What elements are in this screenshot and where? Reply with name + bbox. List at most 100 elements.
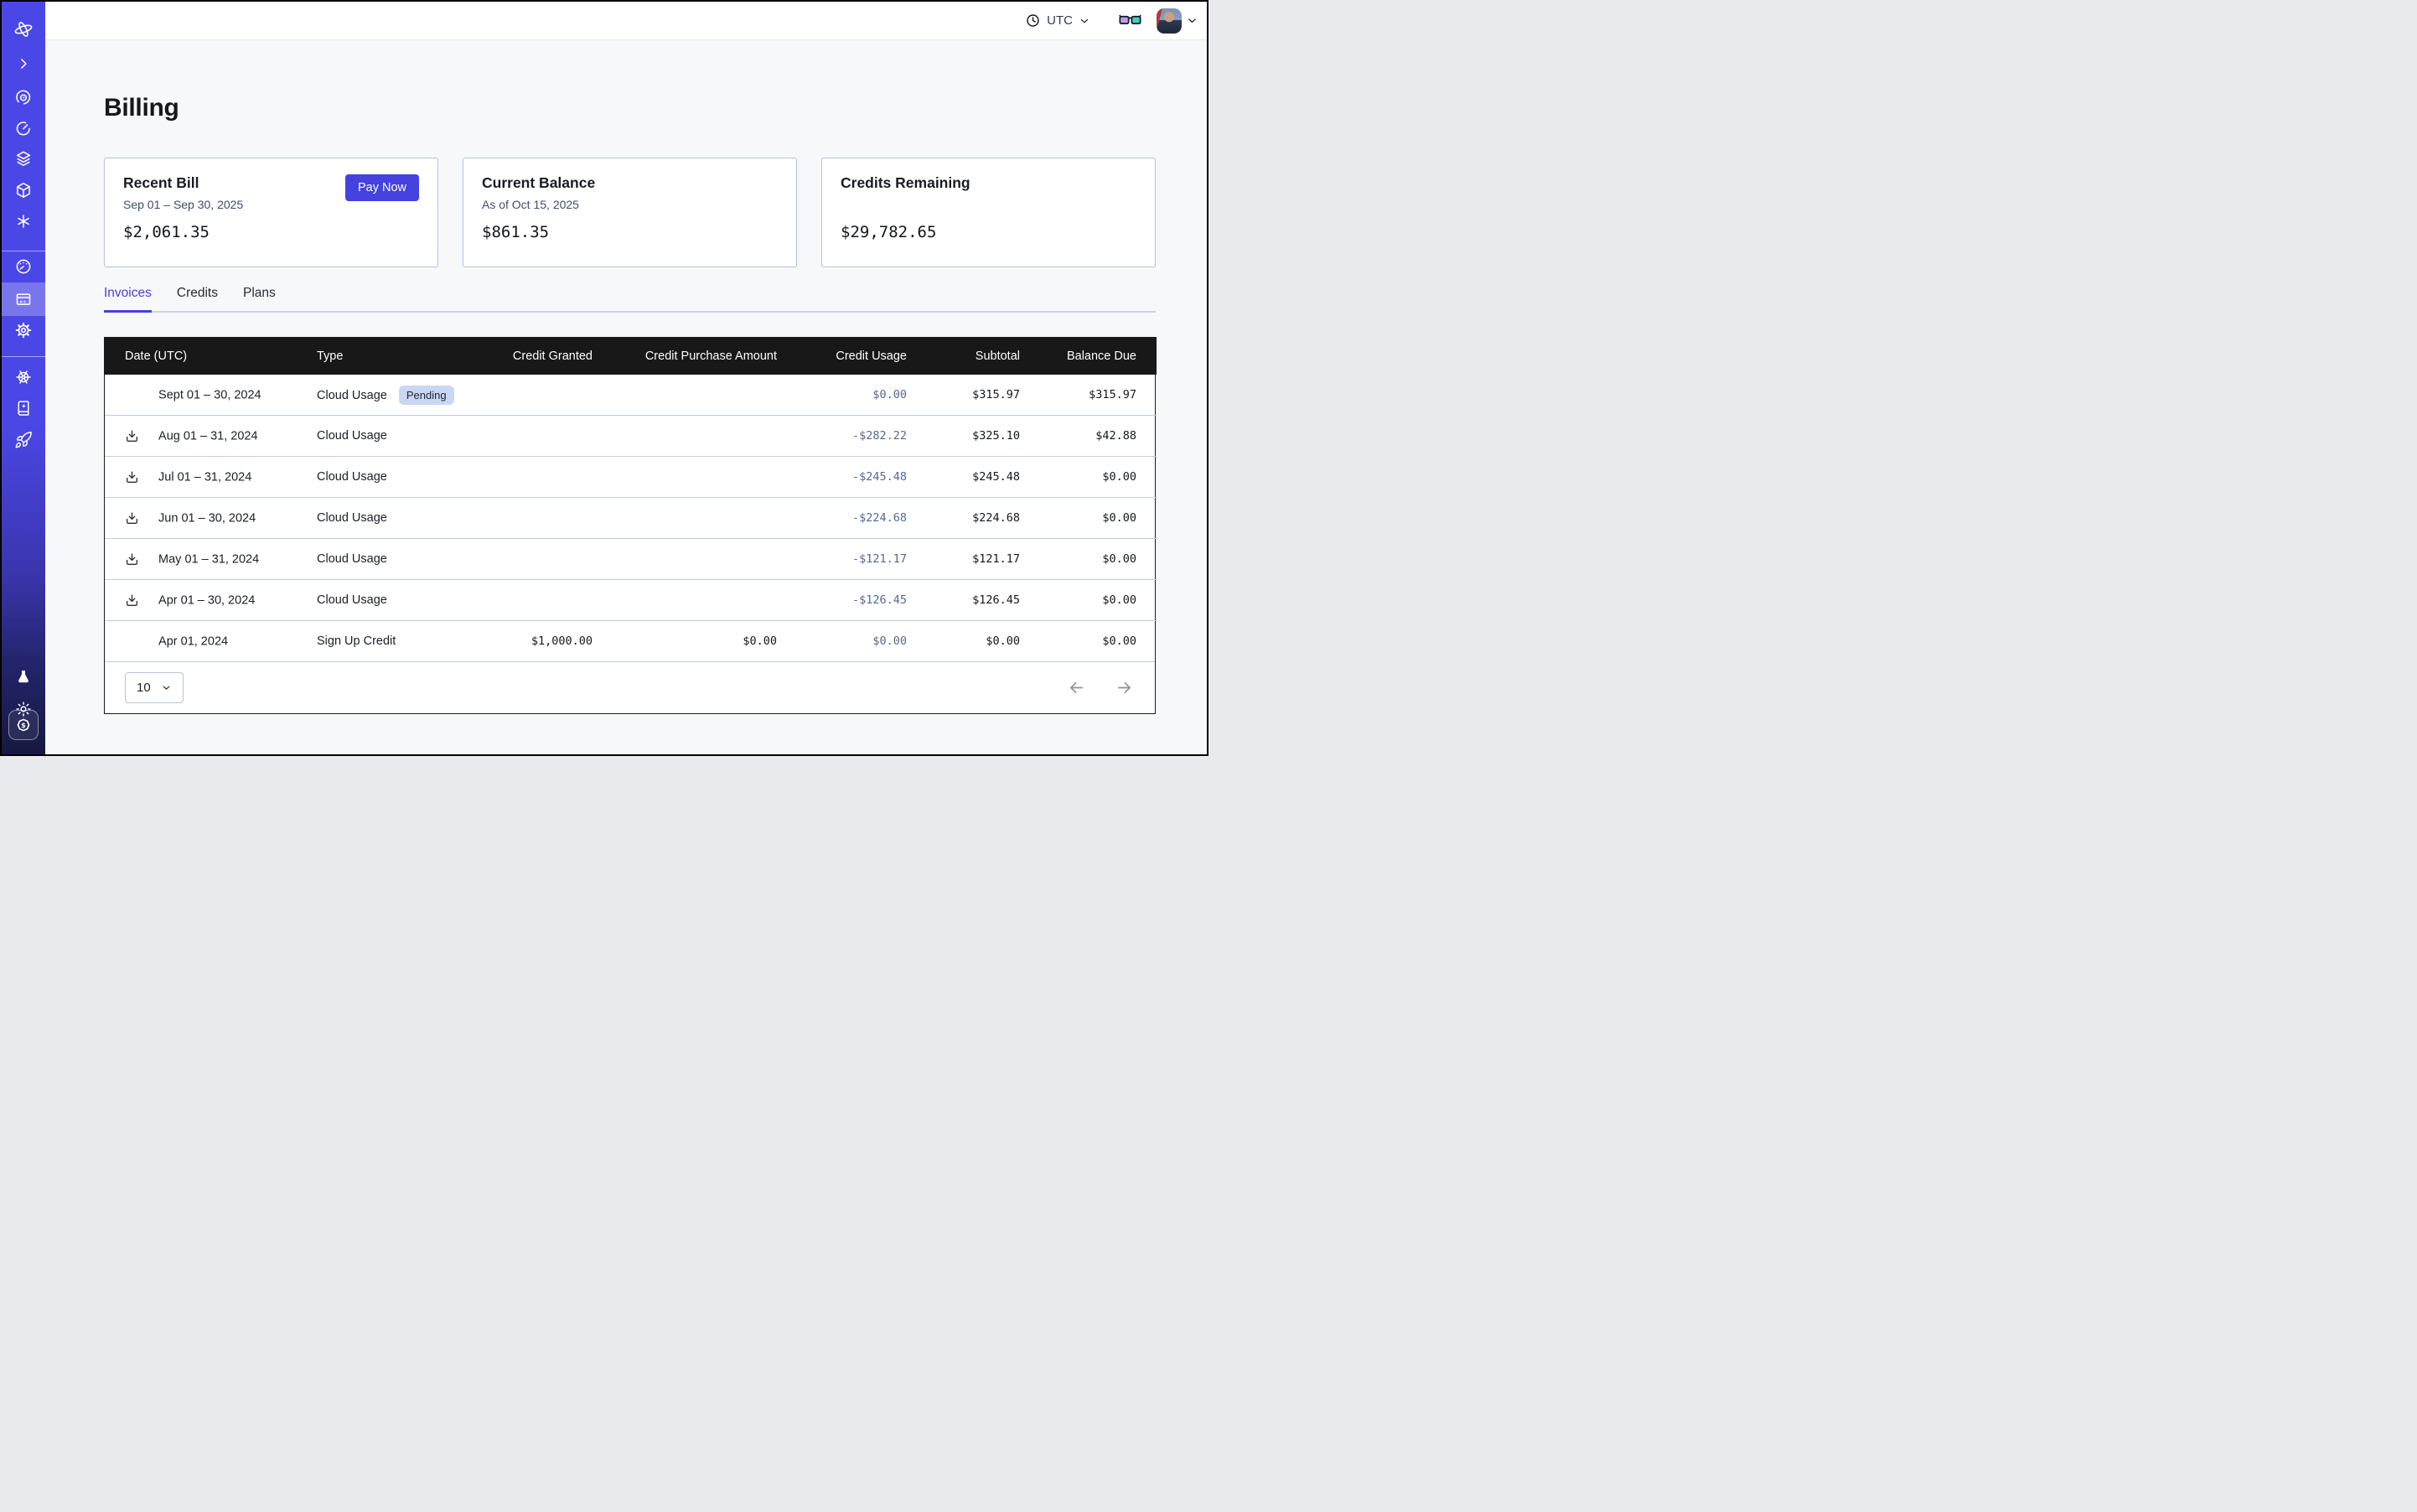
table-row: Aug 01 – 31, 2024 Cloud Usage -$282.22 $… [105,416,1157,457]
orbit-logo-icon[interactable] [2,13,45,46]
download-invoice-button[interactable] [125,511,155,526]
table-row: Jul 01 – 31, 2024 Cloud Usage -$245.48 $… [105,457,1157,498]
balance-due-value: $42.88 [1027,416,1157,457]
page-size-value: 10 [137,681,151,695]
billing-page: Billing Recent Bill Sep 01 – Sep 30, 202… [45,40,1207,754]
timezone-selector[interactable]: UTC [1025,13,1090,28]
gear-icon[interactable] [2,313,45,347]
credit-granted-value [474,580,599,621]
helm-icon[interactable] [2,360,45,394]
balance-due-value: $315.97 [1027,375,1157,416]
previous-page-button[interactable] [1068,679,1085,696]
timezone-label: UTC [1047,13,1073,28]
current-balance-amount: $861.35 [482,223,778,241]
invoice-period: Jun 01 – 30, 2024 [158,511,256,525]
glasses-icon[interactable] [1119,13,1141,28]
table-row: May 01 – 31, 2024 Cloud Usage -$121.17 $… [105,539,1157,580]
timer-icon[interactable] [2,111,45,145]
balance-due-value: $0.00 [1027,621,1157,662]
balance-due-value: $0.00 [1027,498,1157,539]
subtotal-value: $126.45 [913,580,1027,621]
credit-purchase-amount-value [599,580,784,621]
invoice-type: Sign Up Credit [317,634,396,648]
balance-due-value: $0.00 [1027,457,1157,498]
download-invoice-button[interactable] [125,470,155,484]
invoice-period: Apr 01, 2024 [158,634,228,648]
invoice-period: May 01 – 31, 2024 [158,552,259,566]
tab-credits[interactable]: Credits [177,286,218,313]
layers-icon[interactable] [2,142,45,175]
col-credit-usage: Credit Usage [784,337,913,375]
invoice-table-body: Sept 01 – 30, 2024 Cloud Usage Pending $… [105,375,1157,661]
next-page-button[interactable] [1115,679,1133,696]
col-credit-granted: Credit Granted [474,337,599,375]
credit-usage-value: -$224.68 [784,498,913,539]
clock-icon [1025,13,1041,28]
cube-icon[interactable] [2,173,45,207]
download-invoice-button[interactable] [125,429,155,443]
invoice-type: Cloud Usage [317,511,387,525]
table-row: Jun 01 – 30, 2024 Cloud Usage -$224.68 $… [105,498,1157,539]
credit-purchase-amount-value: $0.00 [599,621,784,662]
credit-purchase-amount-value [599,498,784,539]
credits-button[interactable]: $ [2,708,45,742]
billing-tabs: Invoices Credits Plans [104,286,1156,313]
subtotal-value: $245.48 [913,457,1027,498]
svg-text:$: $ [21,722,26,729]
credit-granted-value [474,498,599,539]
sidebar: $ [2,2,45,754]
subtotal-value: $325.10 [913,416,1027,457]
credit-granted-value [474,539,599,580]
subtotal-value: $224.68 [913,498,1027,539]
balance-due-value: $0.00 [1027,580,1157,621]
summary-cards: Recent Bill Sep 01 – Sep 30, 2025 $2,061… [104,158,1156,267]
chevron-down-icon [161,682,172,693]
col-subtotal: Subtotal [913,337,1027,375]
table-row: Sept 01 – 30, 2024 Cloud Usage Pending $… [105,375,1157,416]
credit-purchase-amount-value [599,539,784,580]
invoice-period: Jul 01 – 31, 2024 [158,470,251,484]
credit-granted-value [474,457,599,498]
card-title: Credits Remaining [841,174,1136,192]
chevron-down-icon [1186,14,1198,27]
flask-icon[interactable] [2,660,45,694]
pay-now-button[interactable]: Pay Now [345,174,419,201]
table-footer: 10 [105,661,1155,713]
table-row: Apr 01 – 30, 2024 Cloud Usage -$126.45 $… [105,580,1157,621]
asterisk-icon[interactable] [2,205,45,238]
avatar [1157,8,1182,34]
account-menu[interactable] [1157,8,1198,34]
invoice-period: Aug 01 – 31, 2024 [158,429,258,443]
download-invoice-button[interactable] [125,552,155,567]
credit-purchase-amount-value [599,416,784,457]
chevron-right-icon[interactable] [2,47,45,80]
credit-usage-value: -$126.45 [784,580,913,621]
page-title: Billing [104,92,1207,124]
balance-due-value: $0.00 [1027,539,1157,580]
gauge-icon[interactable] [2,250,45,283]
status-badge: Pending [399,386,454,405]
invoice-type: Cloud Usage [317,389,387,402]
credits-remaining-card: Credits Remaining $29,782.65 [821,158,1156,267]
table-row: Apr 01, 2024 Sign Up Credit $1,000.00 $0… [105,621,1157,662]
credit-usage-value: -$282.22 [784,416,913,457]
tab-plans[interactable]: Plans [243,286,276,313]
spiral-eye-icon[interactable] [2,80,45,114]
card-subtitle [841,198,1136,213]
download-invoice-button[interactable] [125,593,155,608]
book-sparkle-icon[interactable] [2,391,45,425]
invoice-type: Cloud Usage [317,552,387,566]
dollar-badge-icon: $ [8,710,39,740]
page-size-select[interactable]: 10 [125,672,184,703]
credit-granted-value: $1,000.00 [474,621,599,662]
topbar: UTC [45,2,1207,40]
credit-usage-value: $0.00 [784,375,913,416]
card-title: Current Balance [482,174,778,192]
billing-card-icon[interactable] [2,282,45,316]
invoice-type: Cloud Usage [317,593,387,607]
credit-usage-value: $0.00 [784,621,913,662]
app-window: $ UTC [2,2,1207,754]
chevron-down-icon [1079,15,1090,27]
rocket-icon[interactable] [2,423,45,457]
tab-invoices[interactable]: Invoices [104,286,152,313]
